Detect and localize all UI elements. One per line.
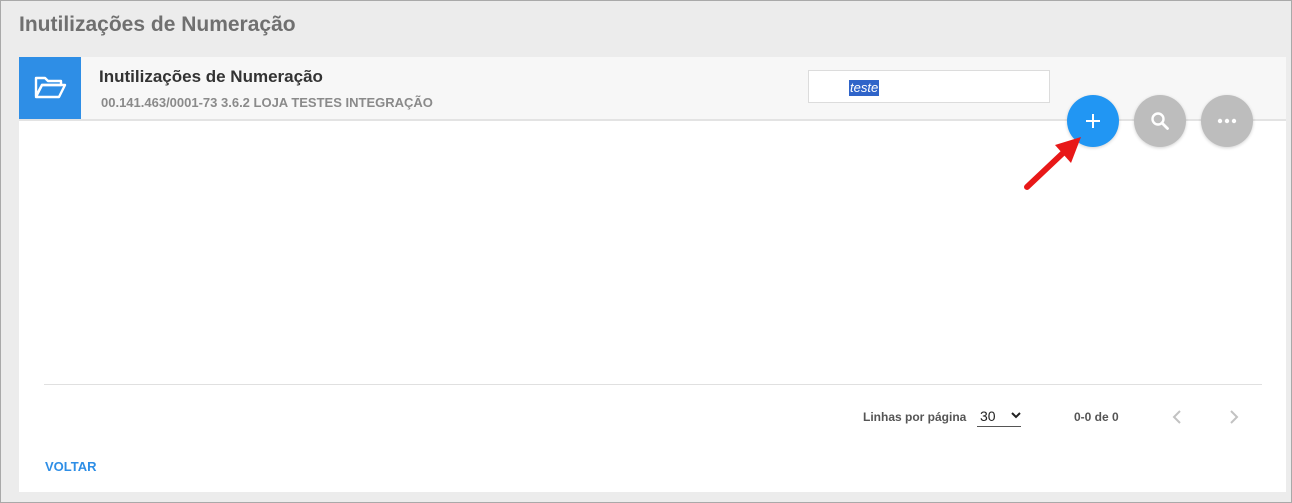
rows-per-page-value: 30: [980, 407, 996, 424]
search-icon: [1151, 112, 1169, 130]
rows-per-page-label: Linhas por página: [863, 410, 967, 424]
search-button[interactable]: [1134, 95, 1186, 147]
header-subtitle: 00.141.463/0001-73 3.6.2 LOJA TESTES INT…: [101, 95, 433, 110]
plus-icon: [1086, 114, 1100, 128]
chevron-down-icon: [1011, 412, 1021, 419]
pagination-range: 0-0 de 0: [1074, 410, 1119, 424]
header-title: Inutilizações de Numeração: [99, 67, 323, 86]
search-input[interactable]: [808, 70, 1050, 103]
table-divider: [44, 384, 1262, 385]
more-options-button[interactable]: [1201, 95, 1253, 147]
more-horizontal-icon: [1217, 118, 1237, 124]
page-title: Inutilizações de Numeração: [19, 13, 296, 36]
rows-per-page-select[interactable]: 30: [977, 405, 1021, 427]
chevron-left-icon: [1172, 410, 1181, 424]
folder-open-icon: [19, 57, 81, 119]
previous-page-button[interactable]: [1170, 407, 1184, 427]
search-selected-text: teste: [849, 80, 880, 96]
next-page-button[interactable]: [1227, 407, 1241, 427]
back-link[interactable]: VOLTAR: [45, 459, 97, 474]
chevron-right-icon: [1230, 410, 1239, 424]
red-arrow-icon: [1024, 137, 1081, 190]
content-card: Inutilizações de Numeração 00.141.463/00…: [19, 57, 1286, 492]
app-window: Inutilizações de Numeração Inutilizações…: [0, 0, 1292, 503]
